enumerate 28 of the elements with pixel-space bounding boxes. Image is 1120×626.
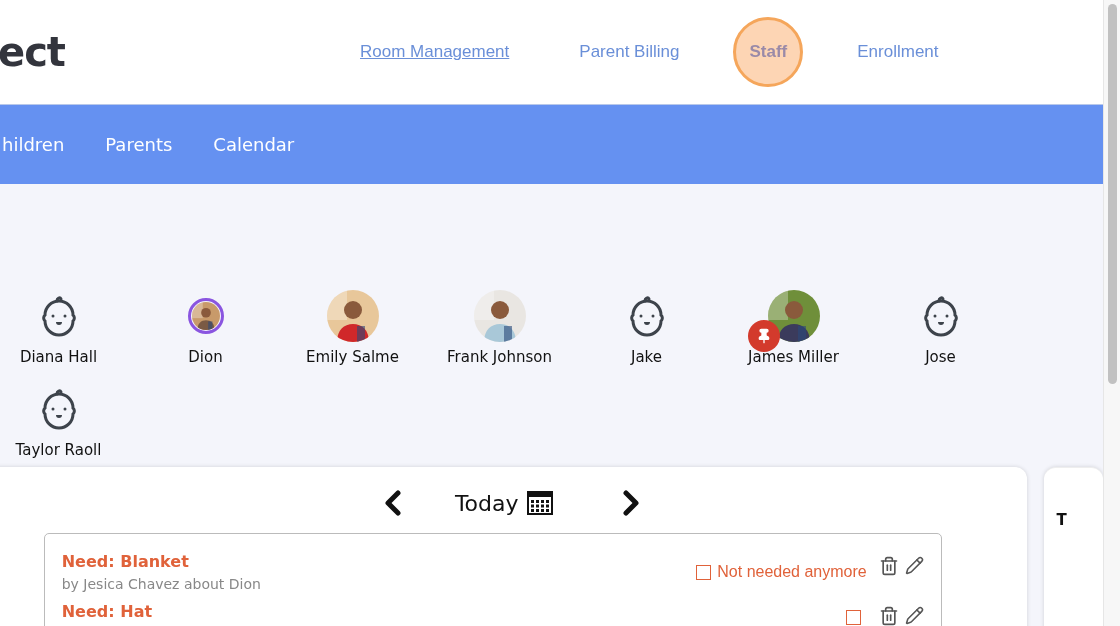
note-title: Need: Blanket: [61, 551, 190, 573]
child-name[interactable]: Frank Johnson: [447, 346, 552, 369]
child-name[interactable]: Diana Hall: [19, 346, 98, 369]
checkbox[interactable]: [845, 610, 861, 625]
child-avatar[interactable]: [326, 290, 379, 342]
side-card-title: T: [1056, 511, 1067, 529]
calendar-icon: [526, 491, 553, 515]
date-label: Today: [454, 489, 519, 518]
child-name[interactable]: Taylor Raoll: [15, 438, 102, 461]
checkbox[interactable]: [696, 564, 712, 580]
child-name[interactable]: Jake: [631, 346, 662, 369]
child-name[interactable]: James Miller: [748, 346, 839, 369]
child-avatar[interactable]: [767, 290, 820, 342]
child-avatar[interactable]: [187, 298, 224, 334]
edit-icon[interactable]: [904, 556, 924, 575]
checkbox-label[interactable]: Not needed anymore: [717, 560, 867, 584]
child-name[interactable]: Jose: [925, 346, 956, 369]
note-title: Need: Hat: [61, 601, 154, 623]
delete-icon[interactable]: [878, 606, 899, 626]
calendar-button[interactable]: [526, 491, 553, 515]
logo-text: ect: [0, 28, 66, 77]
pin-badge[interactable]: [747, 320, 780, 352]
child-name[interactable]: Dion: [188, 346, 223, 369]
note-byline: by Jesica Chavez about Dion: [61, 575, 262, 594]
edit-icon[interactable]: [904, 606, 924, 625]
delete-icon[interactable]: [878, 556, 899, 576]
scrollbar[interactable]: [1103, 0, 1120, 626]
child-name[interactable]: Emily Salme: [306, 346, 399, 369]
